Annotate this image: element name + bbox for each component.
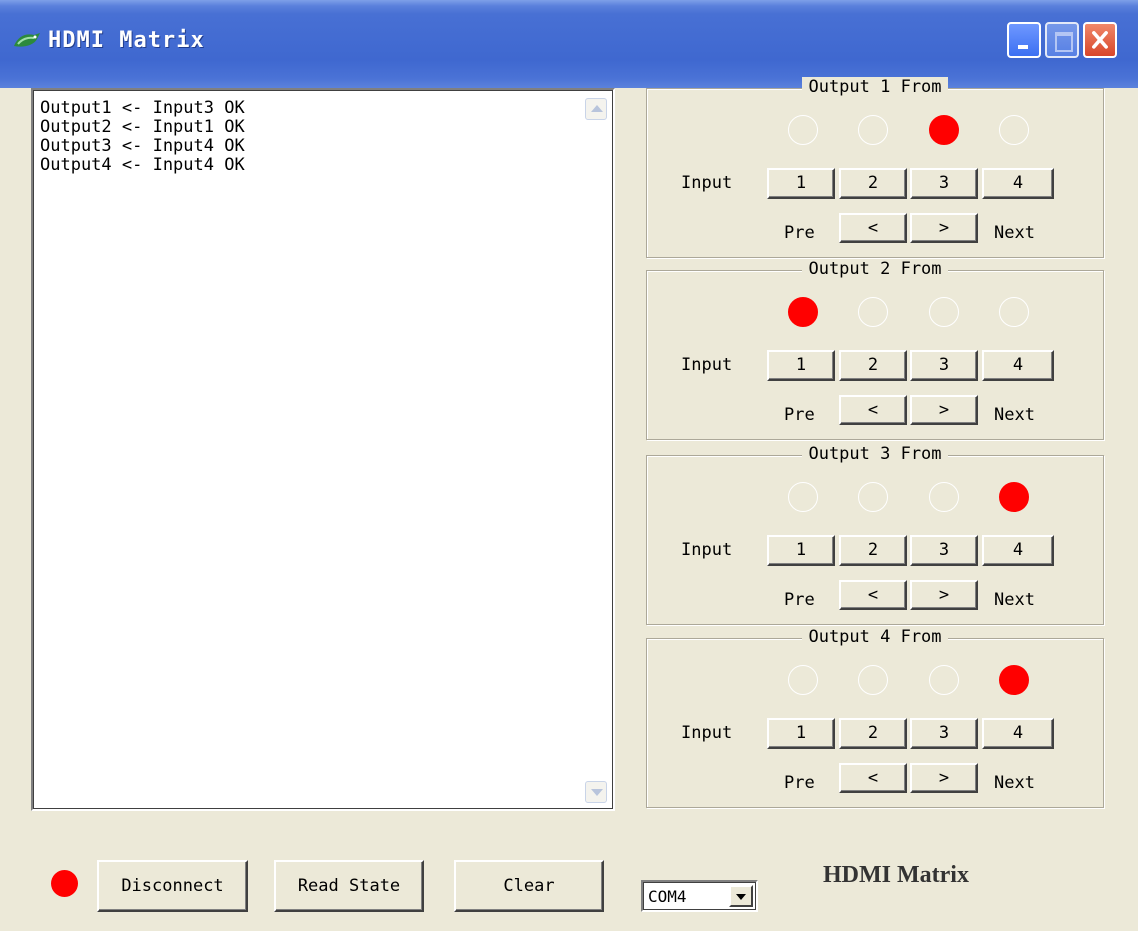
pre-label: Pre: [784, 223, 815, 243]
next-button[interactable]: >: [910, 213, 978, 243]
scroll-up-arrow-icon: [591, 105, 603, 112]
pre-label: Pre: [784, 590, 815, 610]
log-line: Output4 <- Input4 OK: [40, 155, 245, 175]
log-line: Output3 <- Input4 OK: [40, 136, 245, 156]
close-icon: [1092, 31, 1108, 49]
scroll-down-button[interactable]: [585, 781, 607, 803]
input-4-indicator: [999, 665, 1029, 695]
input-label: Input: [681, 540, 733, 560]
input-1-indicator: [788, 115, 818, 145]
input-4-indicator: [999, 115, 1029, 145]
input-2-indicator: [858, 665, 888, 695]
log-line: Output2 <- Input1 OK: [40, 117, 245, 137]
group-title-text: Output 2 From: [802, 259, 948, 279]
window-title: HDMI Matrix: [48, 28, 205, 53]
input-3-button[interactable]: 3: [910, 168, 978, 199]
input-2-indicator: [858, 297, 888, 327]
previous-button[interactable]: <: [839, 213, 907, 243]
group-title-text: Output 3 From: [802, 444, 948, 464]
input-4-indicator: [999, 482, 1029, 512]
output-2-group: Output 2 From Input 1 2 3 4 Pre < > Next: [646, 259, 1104, 440]
com-port-dropdown-button[interactable]: [729, 885, 753, 907]
group-title-text: Output 1 From: [802, 77, 948, 97]
minimize-icon: [1009, 24, 1039, 56]
next-label: Next: [994, 773, 1035, 793]
input-1-indicator: [788, 297, 818, 327]
com-port-select[interactable]: COM4: [641, 880, 758, 912]
input-4-indicator: [999, 297, 1029, 327]
input-2-indicator: [858, 482, 888, 512]
next-button[interactable]: >: [910, 580, 978, 610]
input-3-button[interactable]: 3: [910, 350, 978, 381]
input-1-button[interactable]: 1: [767, 535, 835, 566]
input-3-indicator: [929, 297, 959, 327]
previous-button[interactable]: <: [839, 580, 907, 610]
input-3-button[interactable]: 3: [910, 718, 978, 749]
clear-button[interactable]: Clear: [454, 860, 604, 912]
input-2-button[interactable]: 2: [839, 168, 907, 199]
next-label: Next: [994, 405, 1035, 425]
input-3-indicator: [929, 482, 959, 512]
next-label: Next: [994, 590, 1035, 610]
pre-label: Pre: [784, 773, 815, 793]
next-button[interactable]: >: [910, 763, 978, 793]
group-title: Output 1 From: [647, 77, 1103, 97]
previous-button[interactable]: <: [839, 763, 907, 793]
maximize-icon: [1047, 24, 1077, 56]
disconnect-button[interactable]: Disconnect: [97, 860, 248, 912]
input-4-button[interactable]: 4: [982, 168, 1054, 199]
output-3-group: Output 3 From Input 1 2 3 4 Pre < > Next: [646, 444, 1104, 625]
input-label: Input: [681, 173, 733, 193]
input-3-indicator: [929, 665, 959, 695]
input-3-button[interactable]: 3: [910, 535, 978, 566]
chevron-down-icon: [736, 894, 746, 900]
maximize-button[interactable]: [1045, 22, 1079, 58]
group-title-text: Output 4 From: [802, 627, 948, 647]
next-label: Next: [994, 223, 1035, 243]
input-1-button[interactable]: 1: [767, 718, 835, 749]
input-1-button[interactable]: 1: [767, 168, 835, 199]
input-1-indicator: [788, 482, 818, 512]
scroll-up-button[interactable]: [585, 98, 607, 120]
input-label: Input: [681, 723, 733, 743]
input-1-button[interactable]: 1: [767, 350, 835, 381]
pre-label: Pre: [784, 405, 815, 425]
connection-status-indicator: [51, 870, 78, 897]
input-4-button[interactable]: 4: [982, 535, 1054, 566]
group-title: Output 2 From: [647, 259, 1103, 279]
input-2-button[interactable]: 2: [839, 718, 907, 749]
group-title: Output 4 From: [647, 627, 1103, 647]
input-label: Input: [681, 355, 733, 375]
next-button[interactable]: >: [910, 395, 978, 425]
close-button[interactable]: [1083, 22, 1117, 58]
input-4-button[interactable]: 4: [982, 350, 1054, 381]
log-textarea[interactable]: Output1 <- Input3 OK Output2 <- Input1 OK…: [31, 88, 615, 811]
input-2-button[interactable]: 2: [839, 350, 907, 381]
input-3-indicator: [929, 115, 959, 145]
input-4-button[interactable]: 4: [982, 718, 1054, 749]
app-icon: [14, 33, 40, 47]
log-lines: Output1 <- Input3 OK Output2 <- Input1 OK…: [40, 99, 245, 175]
title-bar[interactable]: HDMI Matrix: [0, 0, 1138, 88]
read-state-button[interactable]: Read State: [274, 860, 424, 912]
minimize-button[interactable]: [1007, 22, 1041, 58]
input-2-indicator: [858, 115, 888, 145]
com-port-value: COM4: [648, 887, 687, 906]
input-1-indicator: [788, 665, 818, 695]
group-title: Output 3 From: [647, 444, 1103, 464]
previous-button[interactable]: <: [839, 395, 907, 425]
log-line: Output1 <- Input3 OK: [40, 98, 245, 118]
scroll-down-arrow-icon: [591, 789, 603, 796]
output-4-group: Output 4 From Input 1 2 3 4 Pre < > Next: [646, 627, 1104, 808]
input-2-button[interactable]: 2: [839, 535, 907, 566]
brand-label: HDMI Matrix: [823, 862, 969, 888]
output-1-group: Output 1 From Input 1 2 3 4 Pre < > Next: [646, 77, 1104, 258]
